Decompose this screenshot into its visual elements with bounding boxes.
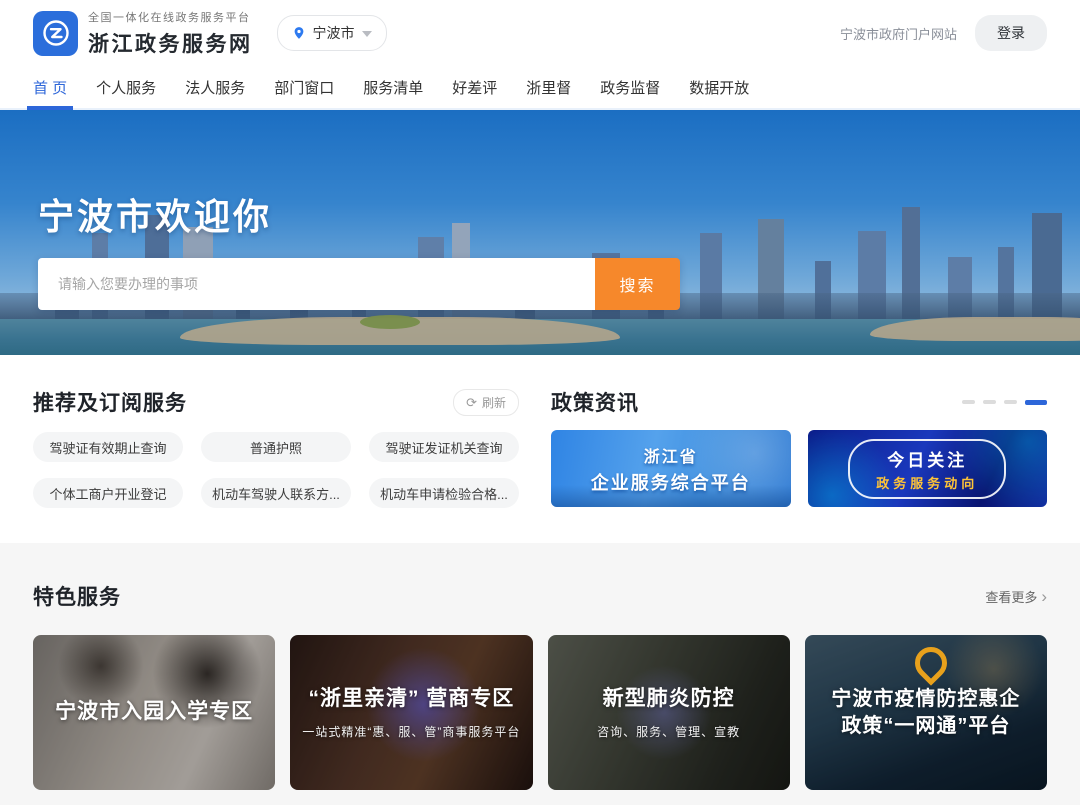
banner-line: 企业服务综合平台: [591, 469, 751, 495]
nav-item-3[interactable]: 部门窗口: [274, 66, 334, 108]
featured-card-2[interactable]: “浙里亲清” 营商专区一站式精准“惠、服、管”商事服务平台: [290, 635, 532, 790]
site-header: 全国一体化在线政务服务平台 浙江政务服务网 宁波市 宁波市政府门户网站 登录: [0, 0, 1080, 66]
nav-item-0[interactable]: 首 页: [33, 66, 67, 108]
featured-card-4[interactable]: 宁波市疫情防控惠企政策“一网通”平台: [805, 635, 1047, 790]
platform-label: 全国一体化在线政务服务平台: [88, 9, 253, 25]
card-title: 新型肺炎防控: [603, 685, 735, 713]
service-chip[interactable]: 个体工商户开业登记: [33, 478, 183, 508]
card-title: “浙里亲清” 营商专区: [308, 685, 514, 713]
refresh-button[interactable]: ⟳ 刷新: [453, 389, 519, 416]
see-more-link[interactable]: 查看更多 ›: [985, 587, 1047, 606]
city-name: 宁波市: [313, 23, 355, 43]
search-button[interactable]: 搜索: [595, 258, 680, 310]
policy-banner-enterprise-platform[interactable]: 浙江省 企业服务综合平台: [551, 430, 791, 507]
refresh-icon: ⟳: [466, 396, 477, 409]
portal-link[interactable]: 宁波市政府门户网站: [840, 24, 957, 43]
mid-section: 推荐及订阅服务 ⟳ 刷新 驾驶证有效期止查询普通护照驾驶证发证机关查询个体工商户…: [0, 355, 1080, 543]
nav-item-1[interactable]: 个人服务: [96, 66, 156, 108]
location-pin-icon: [292, 25, 306, 41]
service-chip[interactable]: 驾驶证发证机关查询: [369, 432, 519, 462]
main-nav: 首 页个人服务法人服务部门窗口服务清单好差评浙里督政务监督数据开放: [0, 66, 1080, 110]
service-chip[interactable]: 机动车驾驶人联系方...: [201, 478, 351, 508]
carousel-dot-3[interactable]: [1025, 400, 1047, 405]
login-button[interactable]: 登录: [975, 15, 1047, 51]
site-logo[interactable]: [33, 11, 78, 56]
featured-section: 特色服务 查看更多 › 宁波市入园入学专区 “浙里亲清” 营商专区一站式精准“惠、…: [0, 543, 1080, 805]
featured-card-1[interactable]: 宁波市入园入学专区: [33, 635, 275, 790]
carousel-pagination: [962, 400, 1047, 405]
card-title: 宁波市疫情防控惠企政策“一网通”平台: [827, 686, 1025, 740]
card-subtitle: 咨询、服务、管理、宣教: [597, 723, 740, 740]
nav-item-6[interactable]: 浙里督: [526, 66, 571, 108]
banner-line: 浙江省: [644, 443, 698, 467]
see-more-label: 查看更多: [985, 587, 1037, 606]
logo-swirl-icon: [41, 18, 71, 48]
island-trees: [360, 315, 420, 329]
policy-banner-today-focus[interactable]: 今日关注 政务服务动向: [808, 430, 1048, 507]
search-input[interactable]: [38, 258, 595, 310]
policy-news-section: 政策资讯 浙江省 企业服务综合平台 今日关注 政务服务动向: [551, 387, 1047, 543]
carousel-dot-0[interactable]: [962, 400, 975, 404]
nav-item-4[interactable]: 服务清单: [363, 66, 423, 108]
recommended-section: 推荐及订阅服务 ⟳ 刷新 驾驶证有效期止查询普通护照驾驶证发证机关查询个体工商户…: [33, 387, 519, 543]
site-name: 浙江政务服务网: [88, 28, 253, 58]
featured-card-3[interactable]: 新型肺炎防控咨询、服务、管理、宣教: [548, 635, 790, 790]
chevron-down-icon: [362, 31, 372, 37]
recommended-title: 推荐及订阅服务: [33, 387, 187, 417]
carousel-dot-1[interactable]: [983, 400, 996, 404]
banner-outline-box: 今日关注 政务服务动向: [848, 439, 1006, 499]
featured-cards: 宁波市入园入学专区“浙里亲清” 营商专区一站式精准“惠、服、管”商事服务平台新型…: [33, 635, 1047, 790]
nav-item-5[interactable]: 好差评: [452, 66, 497, 108]
nav-item-7[interactable]: 政务监督: [600, 66, 660, 108]
service-chips: 驾驶证有效期止查询普通护照驾驶证发证机关查询个体工商户开业登记机动车驾驶人联系方…: [33, 432, 519, 508]
service-chip[interactable]: 机动车申请检验合格...: [369, 478, 519, 508]
nav-item-8[interactable]: 数据开放: [689, 66, 749, 108]
refresh-label: 刷新: [482, 394, 506, 411]
banner-line: 今日关注: [876, 446, 978, 471]
service-chip[interactable]: 驾驶证有效期止查询: [33, 432, 183, 462]
banner-line: 政务服务动向: [876, 473, 978, 492]
featured-title: 特色服务: [33, 581, 121, 611]
policy-title: 政策资讯: [551, 387, 639, 417]
logo-text: 全国一体化在线政务服务平台 浙江政务服务网: [88, 9, 253, 58]
card-title: 宁波市入园入学专区: [55, 698, 253, 726]
chevron-right-icon: ›: [1041, 588, 1047, 605]
search-bar: 搜索: [38, 258, 680, 310]
hero-banner: 宁波市欢迎你 搜索: [0, 110, 1080, 355]
nav-item-2[interactable]: 法人服务: [185, 66, 245, 108]
service-chip[interactable]: 普通护照: [201, 432, 351, 462]
welcome-title: 宁波市欢迎你: [38, 188, 272, 240]
card-subtitle: 一站式精准“惠、服、管”商事服务平台: [302, 723, 520, 740]
carousel-dot-2[interactable]: [1004, 400, 1017, 404]
city-selector[interactable]: 宁波市: [277, 15, 387, 51]
